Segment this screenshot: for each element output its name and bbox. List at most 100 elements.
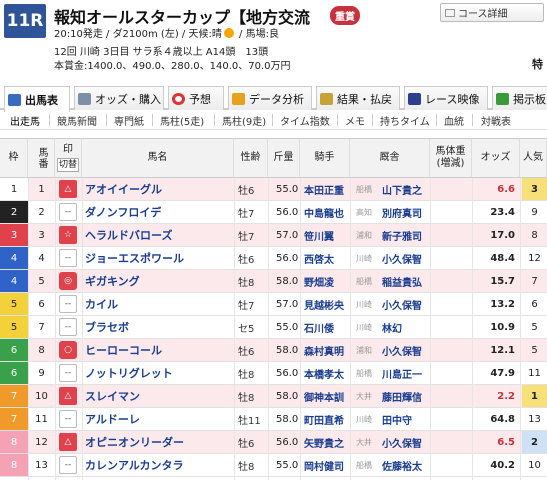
tab-result[interactable]: 結果・払戻 [316, 86, 400, 110]
prediction-mark-triangle-icon[interactable]: △ [59, 180, 77, 198]
main-tabs: 出馬表 オッズ・購入 予想 データ分析 結果・払戻 レース映像 掲示板 [0, 86, 547, 112]
mark-toggle-button[interactable]: 切替 [56, 158, 79, 172]
jockey-link[interactable]: 見越彬央 [304, 293, 344, 315]
trainer-link[interactable]: 山下貴之 [382, 178, 422, 200]
horse-number: 6 [38, 298, 45, 310]
jockey-link[interactable]: 笹川翼 [304, 224, 334, 246]
divider [472, 114, 473, 126]
jockey-link[interactable]: 御神本訓 [304, 385, 344, 407]
prediction-mark-dash-icon[interactable]: ‐‐ [59, 249, 77, 267]
col-trainer: 厩舎 [350, 138, 430, 178]
horse-name-link[interactable]: ノットリグレット [85, 362, 173, 384]
horse-name-link[interactable]: カイル [85, 293, 118, 315]
col-odds: オッズ [472, 138, 520, 178]
subtab-matchup[interactable]: 対戦表 [481, 113, 511, 128]
prediction-mark-double-icon[interactable]: ◎ [59, 272, 77, 290]
trainer-link[interactable]: 小久保智 [382, 247, 422, 269]
trainer-link[interactable]: 林幻 [382, 316, 402, 338]
horse-name-link[interactable]: オピニオンリーダー [85, 431, 184, 453]
tab-yoso[interactable]: 予想 [168, 86, 224, 110]
course-detail-button[interactable]: コース詳細 [440, 3, 544, 22]
horse-name-link[interactable]: ギガキング [85, 270, 140, 292]
subtab-mochi-time[interactable]: 持ちタイム [380, 113, 430, 128]
carried-weight: 56.0 [276, 252, 299, 264]
subtab-shinbun[interactable]: 競馬新聞 [57, 113, 97, 128]
tab-board[interactable]: 掲示板 [492, 86, 547, 110]
sex-age: 牡6 [238, 346, 255, 358]
prediction-mark-dash-icon[interactable]: ‐‐ [59, 364, 77, 382]
prediction-mark-triangle-icon[interactable]: △ [59, 433, 77, 451]
tab-video[interactable]: レース映像 [404, 86, 488, 110]
sex-age: セ5 [238, 323, 255, 335]
horse-name-link[interactable]: ヘラルドバローズ [85, 224, 172, 246]
tab-odds[interactable]: オッズ・購入 [74, 86, 164, 110]
trainer-link[interactable]: 別府真司 [382, 201, 422, 223]
prediction-mark-dash-icon[interactable]: ‐‐ [59, 295, 77, 313]
column-divider [28, 178, 29, 480]
horse-name-link[interactable]: ブラセボ [85, 316, 129, 338]
col-sex: 性齢 [234, 138, 268, 178]
popularity-rank: 12 [528, 252, 541, 264]
jockey-link[interactable]: 森村真明 [304, 339, 344, 361]
prediction-mark-triangle-icon[interactable]: △ [59, 387, 77, 405]
prediction-mark-dash-icon[interactable]: ‐‐ [59, 410, 77, 428]
trainer-area: 川崎 [356, 253, 372, 263]
subtab-umabashira9[interactable]: 馬柱(9走) [222, 113, 266, 128]
horse-name-link[interactable]: ヒーローコール [85, 339, 162, 361]
trainer-link[interactable]: 川島正一 [382, 362, 422, 384]
waku-number: 7 [0, 385, 28, 407]
column-divider [350, 178, 351, 480]
trainer-link[interactable]: 稲益貴弘 [382, 270, 422, 292]
horse-name-link[interactable]: スレイマン [85, 385, 140, 407]
subtab-umabashira5[interactable]: 馬柱(5走) [160, 113, 204, 128]
subtab-pedigree[interactable]: 血統 [444, 113, 464, 128]
prediction-mark-dash-icon[interactable]: ‐‐ [59, 456, 77, 474]
trainer-link[interactable]: 小久保智 [382, 431, 422, 453]
horse-name-link[interactable]: ジョーエスポワール [85, 247, 184, 269]
trainer-link[interactable]: 新子雅司 [382, 224, 422, 246]
trainer-area: 大井 [356, 437, 372, 447]
prediction-mark-circle-icon[interactable]: ○ [59, 341, 77, 359]
jockey-link[interactable]: 野畑凌 [304, 270, 334, 292]
divider [0, 129, 547, 130]
subtab-time-index[interactable]: タイム指数 [280, 113, 330, 128]
course-detail-label: コース詳細 [458, 9, 508, 20]
popularity-rank: 5 [531, 321, 538, 333]
jockey-link[interactable]: 岡村健司 [304, 454, 344, 476]
col-mark: 印切替 [55, 138, 82, 178]
trainer-area: 高知 [356, 207, 372, 217]
jockey-link[interactable]: 矢野貴之 [304, 431, 344, 453]
tab-label: 掲示板 [513, 92, 546, 106]
tab-label: 結果・払戻 [337, 92, 392, 106]
jockey-link[interactable]: 本田正重 [304, 178, 344, 200]
trainer-link[interactable]: 小久保智 [382, 293, 422, 315]
horse-name-link[interactable]: カレンアルカンタラ [85, 454, 184, 476]
tab-shutsuba[interactable]: 出馬表 [4, 86, 70, 112]
jockey-link[interactable]: 本橋孝太 [304, 362, 344, 384]
waku-number: 3 [0, 224, 28, 246]
horse-name-link[interactable]: ダノンフロイデ [85, 201, 161, 223]
prediction-mark-dash-icon[interactable]: ‐‐ [59, 203, 77, 221]
trainer-link[interactable]: 藤田輝信 [382, 385, 422, 407]
sex-age: 牡8 [238, 392, 255, 404]
horse-name-link[interactable]: アルドーレ [85, 408, 140, 430]
trainer-link[interactable]: 小久保智 [382, 339, 422, 361]
jockey-link[interactable]: 石川倭 [304, 316, 334, 338]
jockey-link[interactable]: 西啓太 [304, 247, 334, 269]
prediction-mark-star-icon[interactable]: ☆ [59, 226, 77, 244]
horse-name-link[interactable]: アオイイーグル [85, 178, 162, 200]
table-icon [8, 93, 21, 106]
trainer-area: 船橋 [356, 368, 372, 378]
odds-value: 15.7 [490, 275, 515, 287]
subtab-senmonshi[interactable]: 専門紙 [114, 113, 144, 128]
trainer-link[interactable]: 佐藤裕太 [382, 454, 422, 476]
subtab-shussouba[interactable]: 出走馬 [10, 113, 40, 128]
divider [49, 114, 50, 126]
subtab-memo[interactable]: メモ [345, 113, 365, 128]
tab-data[interactable]: データ分析 [228, 86, 312, 110]
divider [436, 114, 437, 126]
trainer-link[interactable]: 田中守 [382, 408, 412, 430]
jockey-link[interactable]: 町田直希 [304, 408, 344, 430]
jockey-link[interactable]: 中島龍也 [304, 201, 344, 223]
prediction-mark-dash-icon[interactable]: ‐‐ [59, 318, 77, 336]
